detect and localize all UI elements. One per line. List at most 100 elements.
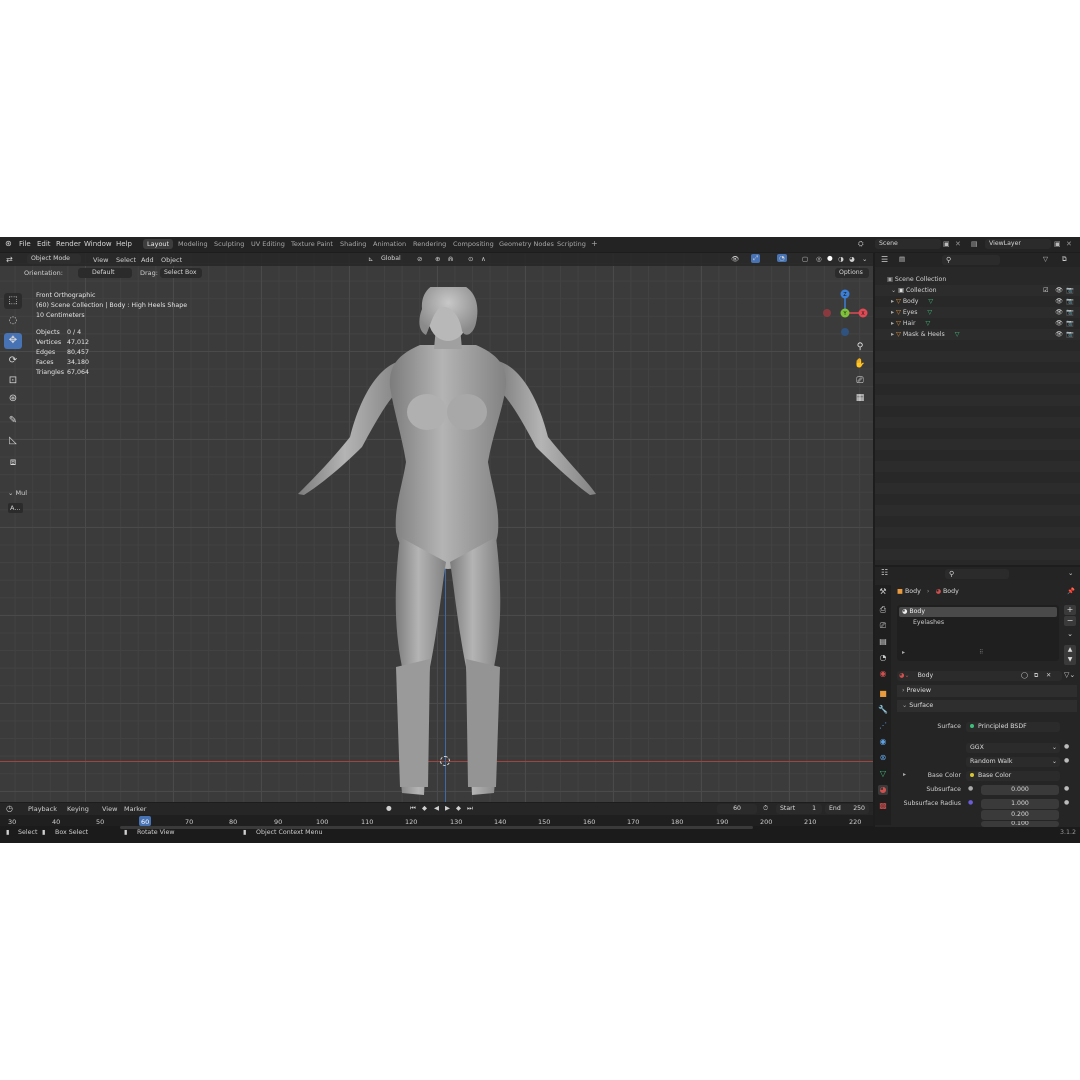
properties-search-input[interactable]: ⚲ (945, 569, 1009, 579)
expand-arrow-icon[interactable]: ▸ (891, 320, 894, 327)
pan-hand-icon[interactable]: ✋ (852, 357, 868, 371)
scene-close-icon[interactable]: ✕ (955, 240, 961, 248)
current-frame-field[interactable]: 60 (717, 804, 757, 814)
snap-icon[interactable]: ⊕ (435, 255, 440, 263)
tab-compositing[interactable]: Compositing (453, 240, 494, 248)
subsurface-radius-y[interactable]: 0.200 (981, 810, 1059, 820)
next-keyframe-icon[interactable]: ◆ (456, 804, 461, 812)
list-expand-icon[interactable]: ▸ (902, 649, 905, 656)
pin-icon[interactable]: 📌 (1067, 586, 1075, 598)
operator-panel-toggle[interactable]: ⌄ Mul (8, 489, 27, 497)
menu-timeline-view[interactable]: View (102, 805, 117, 813)
menu-help[interactable]: Help (116, 240, 132, 248)
end-frame-field[interactable]: End 250 (825, 804, 869, 814)
remove-slot-button[interactable]: − (1064, 616, 1076, 626)
subsurface-radius-z[interactable]: 0.100 (981, 821, 1059, 827)
prev-keyframe-icon[interactable]: ◆ (422, 804, 427, 812)
timeline-scrollbar[interactable] (120, 826, 753, 829)
menu-view[interactable]: View (93, 256, 108, 264)
expand-arrow-icon[interactable]: ▸ (891, 298, 894, 305)
physics-tab-icon[interactable]: ◉ (878, 737, 888, 747)
play-icon[interactable]: ▶ (445, 804, 450, 812)
orientation-dropdown[interactable]: Default (78, 268, 132, 278)
view-layer-selector[interactable]: ViewLayer (985, 239, 1051, 249)
subsurface-method-dropdown[interactable]: Random Walk ⌄ (966, 757, 1060, 767)
scene-copy-icon[interactable]: ▣ (943, 240, 950, 248)
outliner-row-collection[interactable]: ⌄ ▣ Collection ☑ 👁 📷 (875, 285, 1080, 296)
properties-editor-icon[interactable]: ☷ (881, 568, 888, 577)
properties-options-chevron-icon[interactable]: ⌄ (1068, 569, 1073, 577)
scene-tab-icon[interactable]: ◔ (878, 653, 888, 663)
grid-view-icon[interactable]: ▦ (852, 391, 868, 405)
material-slot-body[interactable]: ◕ Body (899, 607, 1057, 617)
add-slot-button[interactable]: + (1064, 605, 1076, 615)
camera-icon[interactable]: 📷 (1066, 329, 1074, 340)
measure-tool-icon[interactable]: ◺ (4, 433, 22, 449)
particles-tab-icon[interactable]: ⋰ (878, 721, 888, 731)
menu-object[interactable]: Object (161, 256, 182, 264)
list-resize-handle-icon[interactable]: ⠿ (979, 649, 983, 656)
collection-arrow-icon[interactable]: ⌄ (891, 287, 896, 294)
collection-eye-icon[interactable]: 👁 (1055, 285, 1063, 296)
tab-scripting[interactable]: Scripting (557, 240, 586, 248)
camera-icon[interactable]: 📷 (1066, 296, 1074, 307)
add-workspace-button[interactable]: + (591, 239, 598, 248)
panel-surface[interactable]: ⌄ Surface (897, 700, 1077, 712)
texture-tab-icon[interactable]: ▩ (878, 801, 888, 811)
material-shading-icon[interactable]: ◑ (838, 255, 844, 263)
3d-cursor-icon[interactable] (440, 756, 450, 766)
overlay-toggle-icon[interactable]: ◔ (777, 254, 787, 262)
slot-move-buttons[interactable]: ▲ ▼ (1064, 645, 1076, 665)
outliner-row-body[interactable]: ▸ ▽ Body ▽ 👁 📷 (875, 296, 1080, 307)
transform-orientation-dropdown[interactable]: Global (377, 254, 411, 264)
outliner-funnel-icon[interactable]: ▽ (1043, 255, 1048, 263)
subsurface-value-field[interactable]: 0.000 (981, 785, 1059, 795)
snap-target-icon[interactable]: ⋒ (448, 255, 453, 263)
tab-geometry-nodes[interactable]: Geometry Nodes (499, 240, 554, 248)
keyframe-dot-icon[interactable]: ● (1064, 743, 1069, 750)
3d-viewport[interactable]: ⇄ Object Mode View Select Add Object ⊾ G… (0, 253, 873, 802)
timeline-editor-icon[interactable]: ◷ (6, 804, 13, 813)
add-cube-tool-icon[interactable]: ⧈ (4, 455, 22, 471)
tab-animation[interactable]: Animation (373, 240, 406, 248)
camera-icon[interactable]: 📷 (1066, 318, 1074, 329)
tab-shading[interactable]: Shading (340, 240, 366, 248)
modifier-tab-icon[interactable]: 🔧 (878, 705, 888, 715)
keyframe-dot-icon[interactable]: ● (1064, 785, 1069, 792)
outliner-search-input[interactable]: ⚲ (942, 255, 1000, 265)
xray-icon[interactable]: ▢ (802, 255, 808, 263)
expand-arrow-icon[interactable]: ▸ (891, 309, 894, 316)
material-datablock[interactable]: ◕⌄ Body ◯ ⧉ ✕ (897, 671, 1062, 681)
wireframe-shading-icon[interactable]: ◎ (816, 255, 822, 263)
rotate-tool-icon[interactable]: ⟳ (4, 353, 22, 369)
constraints-tab-icon[interactable]: ⊗ (878, 753, 888, 763)
scene-selector[interactable]: Scene (875, 239, 941, 249)
jump-end-icon[interactable]: ⏭ (467, 804, 473, 813)
expand-arrow-icon[interactable]: ▸ (891, 331, 894, 338)
material-slot-eyelashes[interactable]: Eyelashes (899, 618, 1057, 628)
character-model[interactable] (290, 287, 610, 799)
camera-icon[interactable]: 📷 (1066, 307, 1074, 318)
navigation-gizmo[interactable]: Z X Y (822, 287, 870, 337)
tab-layout[interactable]: Layout (143, 239, 174, 249)
unlink-material-icon[interactable]: ✕ (1046, 671, 1051, 681)
menu-keying[interactable]: Keying (67, 805, 89, 813)
keyframe-dot-icon[interactable]: ● (1064, 757, 1069, 764)
view-layer-tab-icon[interactable]: ▤ (878, 637, 888, 647)
tab-texture-paint[interactable]: Texture Paint (291, 240, 333, 248)
scale-tool-icon[interactable]: ⊡ (4, 373, 22, 389)
outliner-row-scene-collection[interactable]: ▣ Scene Collection (875, 274, 1080, 285)
panel-preview[interactable]: › Preview (897, 685, 1077, 697)
pivot-icon[interactable]: ⊘ (417, 255, 422, 263)
outliner-row-mask-heels[interactable]: ▸ ▽ Mask & Heels ▽ 👁 📷 (875, 329, 1080, 340)
distribution-dropdown[interactable]: GGX ⌄ (966, 743, 1060, 753)
shading-options-chevron-icon[interactable]: ⌄ (862, 255, 867, 263)
options-dropdown[interactable]: Options (835, 268, 869, 278)
tool-tab-icon[interactable]: ⚒ (878, 587, 888, 597)
record-button-icon[interactable]: ● (386, 804, 392, 812)
object-mode-dropdown[interactable]: Object Mode (27, 254, 81, 264)
eye-icon[interactable]: 👁 (1055, 296, 1063, 307)
view-layer-copy-icon[interactable]: ▣ (1054, 240, 1061, 248)
new-collection-icon[interactable]: ⧉ (1062, 255, 1067, 264)
tab-sculpting[interactable]: Sculpting (214, 240, 244, 248)
